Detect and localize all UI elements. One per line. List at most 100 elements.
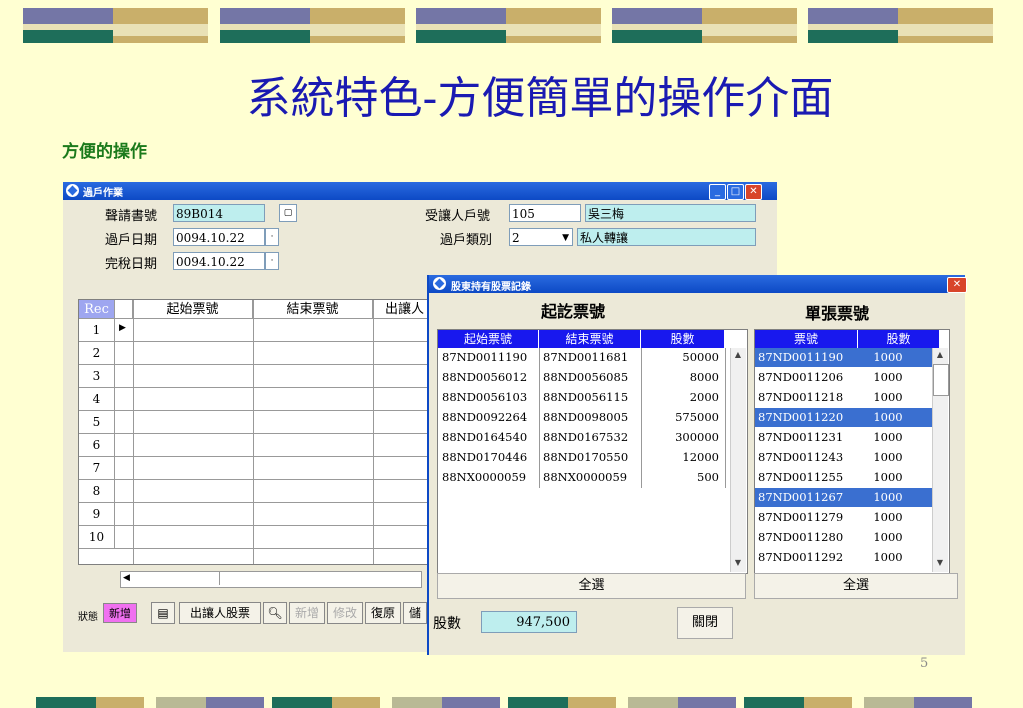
grid-row-number[interactable]: 4 (79, 388, 115, 411)
grid-header-end[interactable]: 結束票號 (253, 300, 373, 319)
range-header-end[interactable]: 結束票號 (539, 330, 641, 348)
ticket-cell: 87ND0011243 (758, 450, 844, 464)
transferee-no-label: 受讓人戶號 (425, 209, 491, 224)
tax-date-label: 完稅日期 (105, 257, 158, 272)
list-item[interactable]: 87ND0011218 1000 (755, 388, 932, 407)
single-list-scrollbar[interactable]: ▲ ▼ (932, 348, 949, 572)
window-title: 過戶作業 (83, 188, 123, 199)
shares-cell: 1000 (873, 370, 903, 384)
scroll-thumb[interactable] (933, 364, 949, 396)
grid-row-number[interactable]: 5 (79, 411, 115, 434)
range-shares-cell: 300000 (675, 430, 719, 444)
single-section-title: 單張票號 (805, 304, 870, 323)
grid-row-number[interactable]: 10 (79, 526, 115, 549)
range-header-start[interactable]: 起始票號 (438, 330, 539, 348)
close-icon[interactable]: ✕ (947, 277, 967, 293)
save-button[interactable]: 儲 (403, 602, 427, 624)
list-item[interactable]: 88ND0092264 88ND0098005 575000 (438, 408, 730, 427)
add-button[interactable]: 新增 (289, 602, 325, 624)
modify-button[interactable]: 修改 (327, 602, 363, 624)
list-item[interactable]: 87ND0011292 1000 (755, 548, 932, 567)
scroll-thumb[interactable] (135, 572, 220, 585)
ticket-cell: 87ND0011220 (758, 410, 844, 424)
list-item[interactable]: 88NX0000059 88NX0000059 500 (438, 468, 730, 487)
close-icon[interactable]: ✕ (745, 184, 762, 200)
list-item[interactable]: 88ND0170446 88ND0170550 12000 (438, 448, 730, 467)
dialog-titlebar[interactable]: 股東持有股票記錄 ✕ (429, 275, 967, 293)
grid-row-number[interactable]: 8 (79, 480, 115, 503)
list-item[interactable]: 87ND0011220 1000 (755, 408, 932, 427)
range-end-cell: 88NX0000059 (543, 470, 628, 484)
date-picker-icon[interactable]: · (265, 228, 279, 246)
shares-cell: 1000 (873, 530, 903, 544)
transferee-no-field[interactable]: 105 (509, 204, 581, 222)
grid-row-number[interactable]: 3 (79, 365, 115, 388)
list-item[interactable]: 87ND0011190 1000 (755, 348, 932, 367)
select-all-range-button[interactable]: 全選 (437, 573, 746, 599)
list-item[interactable]: 87ND0011206 1000 (755, 368, 932, 387)
application-no-field[interactable]: 89B014 (173, 204, 265, 222)
slide-title: 系統特色-方便簡單的操作介面 (246, 73, 834, 124)
transfer-type-select[interactable]: 2 ▼ (509, 228, 573, 246)
grid-row-number[interactable]: 7 (79, 457, 115, 480)
close-button[interactable]: 關閉 (677, 607, 733, 639)
list-item[interactable]: 87ND0011267 1000 (755, 488, 932, 507)
list-item[interactable]: 87ND0011279 1000 (755, 508, 932, 527)
transfer-date-field[interactable]: 0094.10.22 (173, 228, 265, 246)
shares-cell: 1000 (873, 390, 903, 404)
document-icon[interactable]: ▢ (279, 204, 297, 222)
search-icon[interactable]: 🔍︎ (263, 602, 287, 624)
range-shares-cell: 50000 (682, 350, 719, 364)
range-end-cell: 88ND0098005 (543, 410, 629, 424)
minimize-icon[interactable]: _ (709, 184, 726, 200)
scroll-up-icon[interactable]: ▲ (935, 350, 945, 360)
single-list[interactable]: 票號 股數 87ND0011190 1000 87ND0011206 1000 87ND… (754, 329, 950, 574)
shares-cell: 1000 (873, 510, 903, 524)
tax-date-field[interactable]: 0094.10.22 (173, 252, 265, 270)
list-item[interactable]: 87ND0011190 87ND0011681 50000 (438, 348, 730, 367)
select-all-single-button[interactable]: 全選 (754, 573, 958, 599)
range-start-cell: 88ND0056012 (442, 370, 528, 384)
shares-cell: 1000 (873, 550, 903, 564)
cabinet-icon[interactable]: ▤ (151, 602, 175, 624)
range-list[interactable]: 起始票號 結束票號 股數 ▲ ▼ 87ND0011190 87ND0011681 5… (437, 329, 748, 574)
horizontal-scrollbar[interactable]: ◀ (120, 571, 422, 588)
list-item[interactable]: 87ND0011231 1000 (755, 428, 932, 447)
grid-header-rec[interactable]: Rec (79, 300, 115, 319)
range-header-shares[interactable]: 股數 (641, 330, 725, 348)
range-end-cell: 87ND0011681 (543, 350, 629, 364)
list-item[interactable]: 87ND0011280 1000 (755, 528, 932, 547)
shares-cell: 1000 (873, 350, 903, 364)
grid-row-number[interactable]: 9 (79, 503, 115, 526)
list-item[interactable]: 87ND0011243 1000 (755, 448, 932, 467)
shares-cell: 1000 (873, 470, 903, 484)
ticket-cell: 87ND0011255 (758, 470, 844, 484)
scroll-down-icon[interactable]: ▼ (733, 558, 743, 568)
list-item[interactable]: 88ND0056103 88ND0056115 2000 (438, 388, 730, 407)
restore-button[interactable]: 復原 (365, 602, 401, 624)
list-item[interactable]: 88ND0164540 88ND0167532 300000 (438, 428, 730, 447)
range-list-scrollbar[interactable]: ▲ ▼ (730, 348, 746, 572)
maximize-icon[interactable]: □ (727, 184, 744, 200)
scroll-down-icon[interactable]: ▼ (935, 558, 945, 568)
grid-row-number[interactable]: 1 (79, 319, 115, 342)
single-header-shares[interactable]: 股數 (858, 330, 940, 348)
date-picker-icon[interactable]: · (265, 252, 279, 270)
slide-subtitle: 方便的操作 (62, 142, 147, 162)
list-item[interactable]: 87ND0011255 1000 (755, 468, 932, 487)
grid-row-number[interactable]: 6 (79, 434, 115, 457)
scroll-left-icon[interactable]: ◀ (123, 573, 130, 583)
grid-row-number[interactable]: 2 (79, 342, 115, 365)
app-icon (66, 184, 79, 197)
grid-divider (133, 300, 134, 564)
list-item[interactable]: 88ND0056012 88ND0056085 8000 (438, 368, 730, 387)
single-header-ticket[interactable]: 票號 (755, 330, 858, 348)
range-start-cell: 88ND0056103 (442, 390, 528, 404)
grid-header-indicator (115, 300, 133, 319)
transferor-stock-button[interactable]: 出讓人股票 (179, 602, 261, 624)
shares-label: 股數 (433, 616, 461, 632)
status-label: 狀態 (78, 612, 98, 623)
grid-header-start[interactable]: 起始票號 (133, 300, 253, 319)
window-titlebar[interactable]: 過戶作業 _ □ ✕ (63, 182, 777, 200)
scroll-up-icon[interactable]: ▲ (733, 350, 743, 360)
